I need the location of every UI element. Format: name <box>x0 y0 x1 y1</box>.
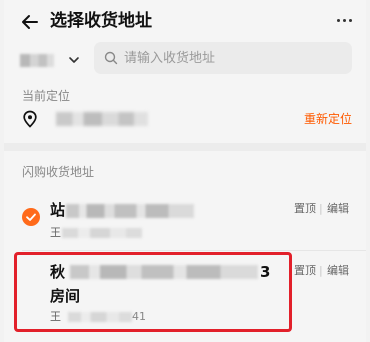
pin-top-button[interactable]: 置顶 <box>294 202 316 216</box>
chevron-down-icon <box>69 57 79 63</box>
current-location-address-blurred <box>56 112 148 126</box>
selected-check-icon <box>22 208 40 226</box>
search-box[interactable] <box>94 42 352 74</box>
action-separator: | <box>319 202 323 215</box>
pin-top-button[interactable]: 置顶 <box>294 264 316 278</box>
relocate-button[interactable]: 重新定位 <box>304 111 352 127</box>
city-select[interactable] <box>20 46 82 74</box>
more-icon[interactable] <box>336 14 354 28</box>
edit-button[interactable]: 编辑 <box>327 264 349 278</box>
highlight-annotation-box <box>14 252 292 332</box>
search-input[interactable] <box>124 42 344 74</box>
action-separator: | <box>319 264 323 277</box>
address-contact: 王 <box>50 226 61 239</box>
search-icon <box>104 51 118 65</box>
address-name-blurred <box>66 204 194 218</box>
section-divider <box>4 143 366 151</box>
city-name-blurred <box>20 54 54 67</box>
page-title: 选择收货地址 <box>50 11 152 31</box>
address-contact-blurred <box>62 228 142 238</box>
back-arrow-icon[interactable] <box>20 12 40 32</box>
address-name: 站 <box>50 201 66 219</box>
address-section-label: 闪购收货地址 <box>22 165 95 179</box>
address-item-1[interactable]: 站 王 置顶 | 编辑 <box>4 196 366 246</box>
current-location-label: 当前定位 <box>22 89 71 103</box>
address-picker-panel: 选择收货地址 当前定位 重新定位 闪购收货地址 <box>4 0 366 342</box>
header: 选择收货地址 <box>4 0 366 44</box>
edit-button[interactable]: 编辑 <box>327 202 349 216</box>
current-location-row[interactable]: 重新定位 <box>4 108 366 132</box>
row-divider <box>22 250 366 251</box>
location-pin-icon <box>23 110 37 128</box>
